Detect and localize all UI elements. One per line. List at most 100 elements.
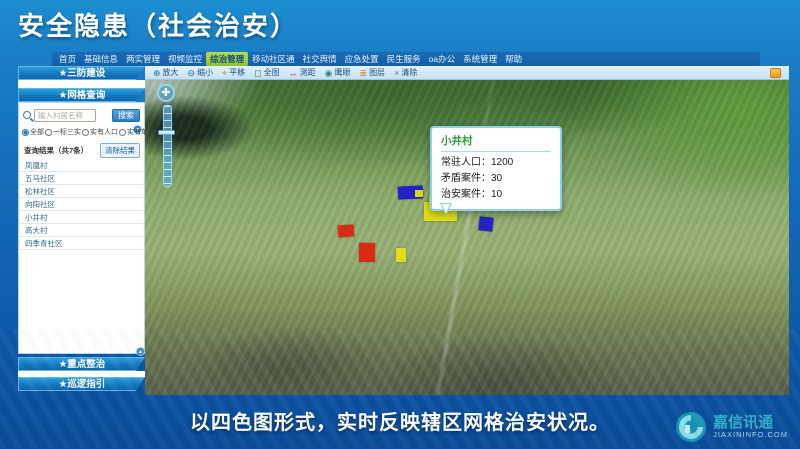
toolbar-zoom-out[interactable]: ⊖ 缩小	[188, 67, 214, 79]
grid-region-yellow-chip[interactable]	[415, 190, 423, 197]
popup-row-population: 常驻人口：1200	[441, 155, 551, 171]
nav-item-emergency[interactable]: 应急处置	[341, 52, 383, 66]
search-input[interactable]	[34, 109, 96, 122]
sidebar-section-grid-search[interactable]: ★网格查询	[18, 88, 145, 102]
brand-domain: JIAXININFO.COM	[713, 431, 788, 439]
popup-disputes-label: 矛盾案件：	[441, 173, 491, 184]
popup-security-value: 10	[491, 189, 502, 200]
layers-icon: ≣	[360, 67, 368, 79]
sidebar: ★三防建设 ★网格查询 搜索 ▾ 全部 一标三实	[8, 66, 145, 395]
grid-region-blue-2[interactable]	[478, 216, 493, 231]
filter-units-radio[interactable]	[119, 129, 126, 136]
sidebar-section-sanfang[interactable]: ★三防建设	[18, 66, 145, 80]
toolbar-layers-label: 图层	[369, 67, 385, 78]
map-info-popup: 小井村 常驻人口：1200 矛盾案件：30 治安案件：10	[430, 126, 562, 211]
popup-population-value: 1200	[491, 157, 513, 168]
toolbar-clear-label: 清除	[401, 67, 417, 78]
nav-item-video[interactable]: 视频监控	[164, 52, 206, 66]
list-item-village[interactable]: 凤凰村	[19, 159, 144, 172]
toolbar-panel-button[interactable]	[770, 68, 781, 78]
popup-title: 小井村	[441, 133, 551, 152]
nav-item-help[interactable]: 帮助	[501, 52, 526, 66]
filter-yibiaosanshi-radio[interactable]	[45, 129, 52, 136]
full-extent-icon: ◻	[254, 67, 261, 79]
toolbar-overview-label: 鹰眼	[335, 67, 351, 78]
grid-region-yellow-small[interactable]	[396, 248, 406, 262]
grid-region-red-1[interactable]	[338, 224, 355, 237]
list-item-village[interactable]: 向阳社区	[19, 198, 144, 211]
results-count-label: 查询结果（共7条）	[24, 145, 88, 156]
filter-population[interactable]: 实有人口	[82, 127, 118, 137]
nav-item-liangshi[interactable]: 两实管理	[122, 52, 164, 66]
nav-item-mobile-community[interactable]: 移动社区通	[248, 52, 299, 66]
toolbar-clear[interactable]: × 清除	[394, 67, 417, 79]
list-item-village[interactable]: 高大村	[19, 224, 144, 237]
main-nav: 首页 基础信息 两实管理 视频监控 综治管理 移动社区通 社交舆情 应急处置 民…	[52, 52, 760, 66]
app-window: 安全隐患（社会治安） 首页 基础信息 两实管理 视频监控 综治管理 移动社区通 …	[0, 0, 800, 449]
pan-icon: ⌖	[222, 67, 227, 79]
collapse-toggle-bottom-icon[interactable]: ▴	[136, 347, 145, 356]
measure-icon: ↔	[289, 67, 298, 79]
nav-item-system[interactable]: 系统管理	[459, 52, 501, 66]
toolbar-overview[interactable]: ◉ 鹰眼	[325, 67, 351, 79]
filter-all-radio[interactable]	[22, 129, 29, 136]
list-item-village[interactable]: 小井村	[19, 211, 144, 224]
search-button[interactable]: 搜索	[112, 109, 140, 122]
nav-item-zongzhi-active[interactable]: 综治管理	[206, 52, 248, 66]
zoom-out-icon: ⊖	[188, 67, 196, 79]
popup-row-disputes: 矛盾案件：30	[441, 171, 551, 187]
brand-swirl-icon	[675, 411, 707, 443]
clear-results-button[interactable]: 清除结果	[100, 143, 140, 158]
toolbar-measure-label: 测距	[300, 67, 316, 78]
map-zoom-slider[interactable]	[163, 105, 172, 187]
toolbar-full-extent-label: 全图	[264, 67, 280, 78]
popup-population-label: 常驻人口：	[441, 157, 491, 168]
overview-icon: ◉	[325, 67, 333, 79]
sidebar-section-patrol-guide[interactable]: ★巡逻指引	[18, 377, 145, 391]
toolbar-pan-label: 平移	[229, 67, 245, 78]
filter-population-label: 实有人口	[90, 127, 118, 137]
list-item-village[interactable]: 松林社区	[19, 185, 144, 198]
filter-yibiaosanshi-label: 一标三实	[53, 127, 81, 137]
map-zoom-slider-handle[interactable]	[158, 130, 175, 135]
nav-item-oa[interactable]: oa办公	[425, 52, 459, 66]
toolbar-measure[interactable]: ↔ 测距	[289, 67, 316, 79]
filter-options: 全部 一标三实 实有人口 实有单位	[22, 127, 142, 137]
filter-yibiaosanshi[interactable]: 一标三实	[45, 127, 81, 137]
search-icon	[23, 111, 31, 119]
popup-disputes-value: 30	[491, 173, 502, 184]
map-navigation-control: ✚	[157, 84, 177, 187]
toolbar-layers[interactable]: ≣ 图层	[360, 67, 386, 79]
popup-security-label: 治安案件：	[441, 189, 491, 200]
brand-logo: 嘉信讯通 JIAXININFO.COM	[675, 411, 788, 443]
page-title: 安全隐患（社会治安）	[18, 6, 298, 43]
list-item-village[interactable]: 五马社区	[19, 172, 144, 185]
toolbar-full-extent[interactable]: ◻ 全图	[254, 67, 279, 79]
search-row: 搜索	[23, 108, 140, 122]
sidebar-divider	[18, 80, 145, 88]
filter-all[interactable]: 全部	[22, 127, 44, 137]
nav-item-home[interactable]: 首页	[55, 52, 80, 66]
grid-region-red-2[interactable]	[359, 243, 375, 262]
toolbar-pan[interactable]: ⌖ 平移	[222, 67, 245, 79]
nav-item-public-opinion[interactable]: 社交舆情	[299, 52, 341, 66]
village-list: 凤凰村 五马社区 松林社区 向阳社区 小井村 高大村 四季青社区	[19, 159, 144, 250]
clear-icon: ×	[394, 67, 399, 79]
filter-population-radio[interactable]	[82, 129, 89, 136]
list-item-village[interactable]: 四季青社区	[19, 237, 144, 250]
brand-text: 嘉信讯通 JIAXININFO.COM	[713, 415, 788, 440]
sidebar-divider	[18, 371, 145, 377]
map-canvas[interactable]: ⊕ 放大 ⊖ 缩小 ⌖ 平移 ◻ 全图 ↔ 测距 ◉ 鹰眼	[145, 66, 789, 395]
filter-all-label: 全部	[30, 127, 44, 137]
results-row: 查询结果（共7条） 清除结果	[24, 143, 140, 158]
sidebar-section-key-rectification[interactable]: ★重点整治	[18, 357, 145, 371]
toolbar-zoom-in-label: 放大	[163, 67, 179, 78]
brand-name: 嘉信讯通	[713, 415, 788, 432]
nav-item-livelihood[interactable]: 民生服务	[383, 52, 425, 66]
nav-item-basic-info[interactable]: 基础信息	[80, 52, 122, 66]
toolbar-zoom-out-label: 缩小	[197, 67, 213, 78]
map-pan-compass[interactable]: ✚	[157, 84, 175, 102]
popup-row-security: 治安案件：10	[441, 187, 551, 203]
toolbar-zoom-in[interactable]: ⊕ 放大	[153, 67, 179, 79]
zoom-in-icon: ⊕	[153, 67, 161, 79]
